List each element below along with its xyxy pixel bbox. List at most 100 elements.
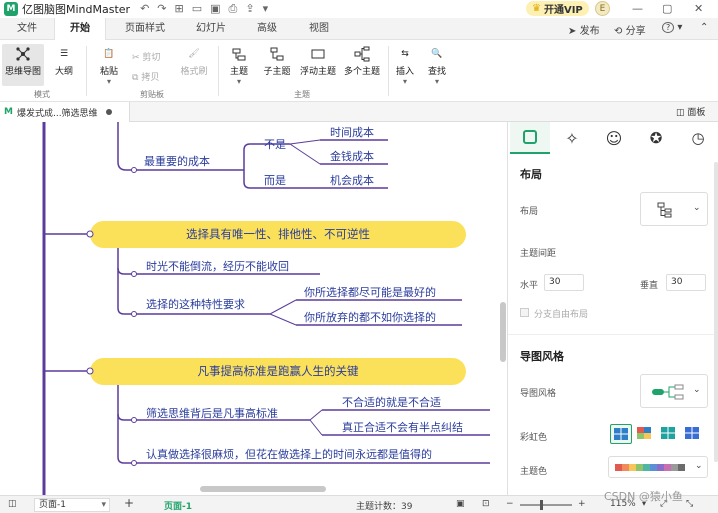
watermark: CSDN @猿小鱼	[604, 490, 683, 503]
theme-color-swatch	[636, 464, 643, 471]
expand-icon[interactable]: ⤡	[686, 499, 693, 509]
publish-button[interactable]: ➤ 发布	[568, 22, 600, 37]
new-icon[interactable]: ⊞	[175, 2, 184, 16]
horizontal-spacing-input[interactable]: 30	[544, 274, 584, 291]
crown-icon: ♛	[532, 3, 541, 14]
tab-file[interactable]: 文件	[6, 18, 48, 40]
rainbow-option-2[interactable]	[634, 424, 656, 444]
find-button[interactable]: 🔍 查找 ▾	[424, 44, 450, 86]
tab-icons[interactable]: ☺	[594, 122, 634, 154]
theme-color-swatch	[671, 464, 678, 471]
tab-theme[interactable]: ✪	[636, 122, 676, 154]
copy-button[interactable]: ⧉ 拷贝	[132, 70, 159, 83]
page-select[interactable]: 页面-1 ▾	[34, 498, 110, 512]
rainbow-option-1[interactable]	[610, 424, 632, 444]
tab-page-style[interactable]: 页面样式	[116, 18, 174, 40]
mindmap-canvas[interactable]: 最重要的成本 不是 而是 时间成本 金钱成本 机会成本 选择具有唯一性、排他性、…	[0, 122, 506, 495]
fit-page-icon[interactable]: ▣	[456, 499, 465, 509]
print-icon[interactable]: ⎙	[229, 2, 238, 16]
page-panel-icon[interactable]: ◫	[8, 499, 17, 509]
rainbow-option-4[interactable]	[682, 424, 704, 444]
tab-history[interactable]: ◷	[678, 122, 718, 154]
vertical-scrollbar[interactable]	[500, 302, 506, 362]
save-icon[interactable]: ▣	[210, 2, 220, 16]
add-page-icon[interactable]: +	[124, 496, 134, 510]
theme-color-dropdown[interactable]: ⌄	[608, 456, 708, 478]
layout-dropdown[interactable]: ⌄	[640, 192, 708, 226]
paste-icon: 📋	[103, 49, 115, 59]
leaf-money-cost: 金钱成本	[330, 149, 374, 163]
subtopic-label: 子主题	[263, 67, 291, 77]
vertical-spacing-input[interactable]: 30	[666, 274, 706, 291]
maximize-icon[interactable]: ▢	[662, 2, 672, 15]
tab-advanced[interactable]: 高级	[246, 18, 288, 40]
mindmap-mode-button[interactable]: 思维导图	[2, 44, 44, 86]
paste-button[interactable]: 📋 粘贴 ▾	[94, 44, 124, 86]
focus-icon[interactable]: ⊡	[482, 499, 490, 509]
redo-icon[interactable]: ↷	[157, 2, 166, 16]
unsaved-dot-icon[interactable]	[105, 109, 112, 115]
group-mode-label: 模式	[34, 90, 50, 99]
zoom-in-icon[interactable]: +	[578, 499, 586, 509]
theme-color-swatch	[615, 464, 622, 471]
tab-style[interactable]: ✧	[552, 122, 592, 154]
subtopic-button[interactable]: 子主题	[258, 44, 296, 77]
badge-icon: ✪	[649, 129, 663, 147]
rainbow-grid-icon	[637, 427, 651, 439]
theme-color-swatches	[615, 464, 685, 471]
scissors-icon: ✂	[132, 53, 140, 63]
free-layout-checkbox[interactable]	[520, 308, 529, 317]
avatar[interactable]: E	[595, 1, 610, 16]
share-label: 分享	[625, 26, 646, 37]
insert-button[interactable]: ⇆ 插入 ▾	[392, 44, 418, 86]
cut-label: 剪切	[142, 53, 161, 63]
quick-access-toolbar: ↶ ↷ ⊞ ▭ ▣ ⎙ ⇪ ▾	[140, 2, 268, 16]
topic-count: 主题计数：39	[356, 502, 413, 512]
panel-toggle-button[interactable]: ◫ 面板	[676, 105, 705, 118]
leaf-choose-best: 你所选择都尽可能是最好的	[304, 285, 436, 299]
zoom-out-icon[interactable]: −	[506, 499, 514, 509]
format-brush-button[interactable]: 🖌 格式刷	[176, 44, 212, 77]
zoom-slider-handle[interactable]	[540, 500, 543, 510]
paste-dropdown-icon: ▾	[106, 77, 111, 86]
collapse-ribbon-icon[interactable]: ⌃	[700, 22, 708, 33]
page-select-arrow-icon: ▾	[101, 500, 106, 510]
page-tab[interactable]: 页面-1	[164, 499, 192, 512]
multi-topic-button[interactable]: 多个主题	[342, 44, 382, 77]
document-tab[interactable]: M 爆发式成...筛选思维	[0, 102, 130, 122]
share-button[interactable]: ⟲ 分享	[614, 22, 646, 37]
group-clipboard-label: 剪贴板	[140, 90, 164, 99]
close-icon[interactable]: ✕	[694, 2, 703, 15]
outline-mode-button[interactable]: ☰ 大纲	[48, 44, 80, 77]
help-button[interactable]: ? ▾	[662, 22, 682, 33]
open-icon[interactable]: ▭	[192, 2, 202, 16]
share-icon: ⟲	[614, 26, 623, 37]
topic-label: 主题	[229, 67, 248, 77]
sub-worth-time: 认真做选择很麻烦，但花在做选择上的时间永远都是值得的	[146, 447, 432, 461]
tab-start[interactable]: 开始	[54, 18, 106, 40]
multi-topic-label: 多个主题	[343, 67, 380, 77]
floating-topic-button[interactable]: 浮动主题	[298, 44, 338, 77]
connector-line	[117, 248, 134, 315]
send-icon: ➤	[568, 26, 577, 37]
leaf-time-cost: 时间成本	[330, 125, 374, 139]
horizontal-scrollbar[interactable]	[200, 486, 326, 492]
customize-dropdown-icon[interactable]: ▾	[263, 2, 269, 16]
panel-scrollbar[interactable]	[714, 162, 718, 462]
tab-view[interactable]: 视图	[298, 18, 340, 40]
export-icon[interactable]: ⇪	[245, 2, 254, 16]
minimize-icon[interactable]: —	[632, 2, 643, 15]
tab-slides[interactable]: 幻灯片	[186, 18, 236, 40]
tab-layout[interactable]	[510, 122, 550, 154]
cut-button[interactable]: ✂ 剪切	[132, 50, 160, 63]
undo-icon[interactable]: ↶	[140, 2, 149, 16]
rainbow-option-3[interactable]	[658, 424, 680, 444]
topic-dropdown-icon: ▾	[236, 77, 241, 86]
map-style-dropdown[interactable]: ⌄	[640, 374, 708, 408]
zoom-slider[interactable]	[520, 500, 572, 510]
mindmap-svg: 最重要的成本 不是 而是 时间成本 金钱成本 机会成本 选择具有唯一性、排他性、…	[42, 122, 490, 495]
theme-color-swatch	[622, 464, 629, 471]
vip-button[interactable]: ♛ 开通VIP	[526, 1, 589, 16]
topic-button[interactable]: 主题 ▾	[224, 44, 254, 86]
outline-mode-label: 大纲	[54, 67, 73, 77]
